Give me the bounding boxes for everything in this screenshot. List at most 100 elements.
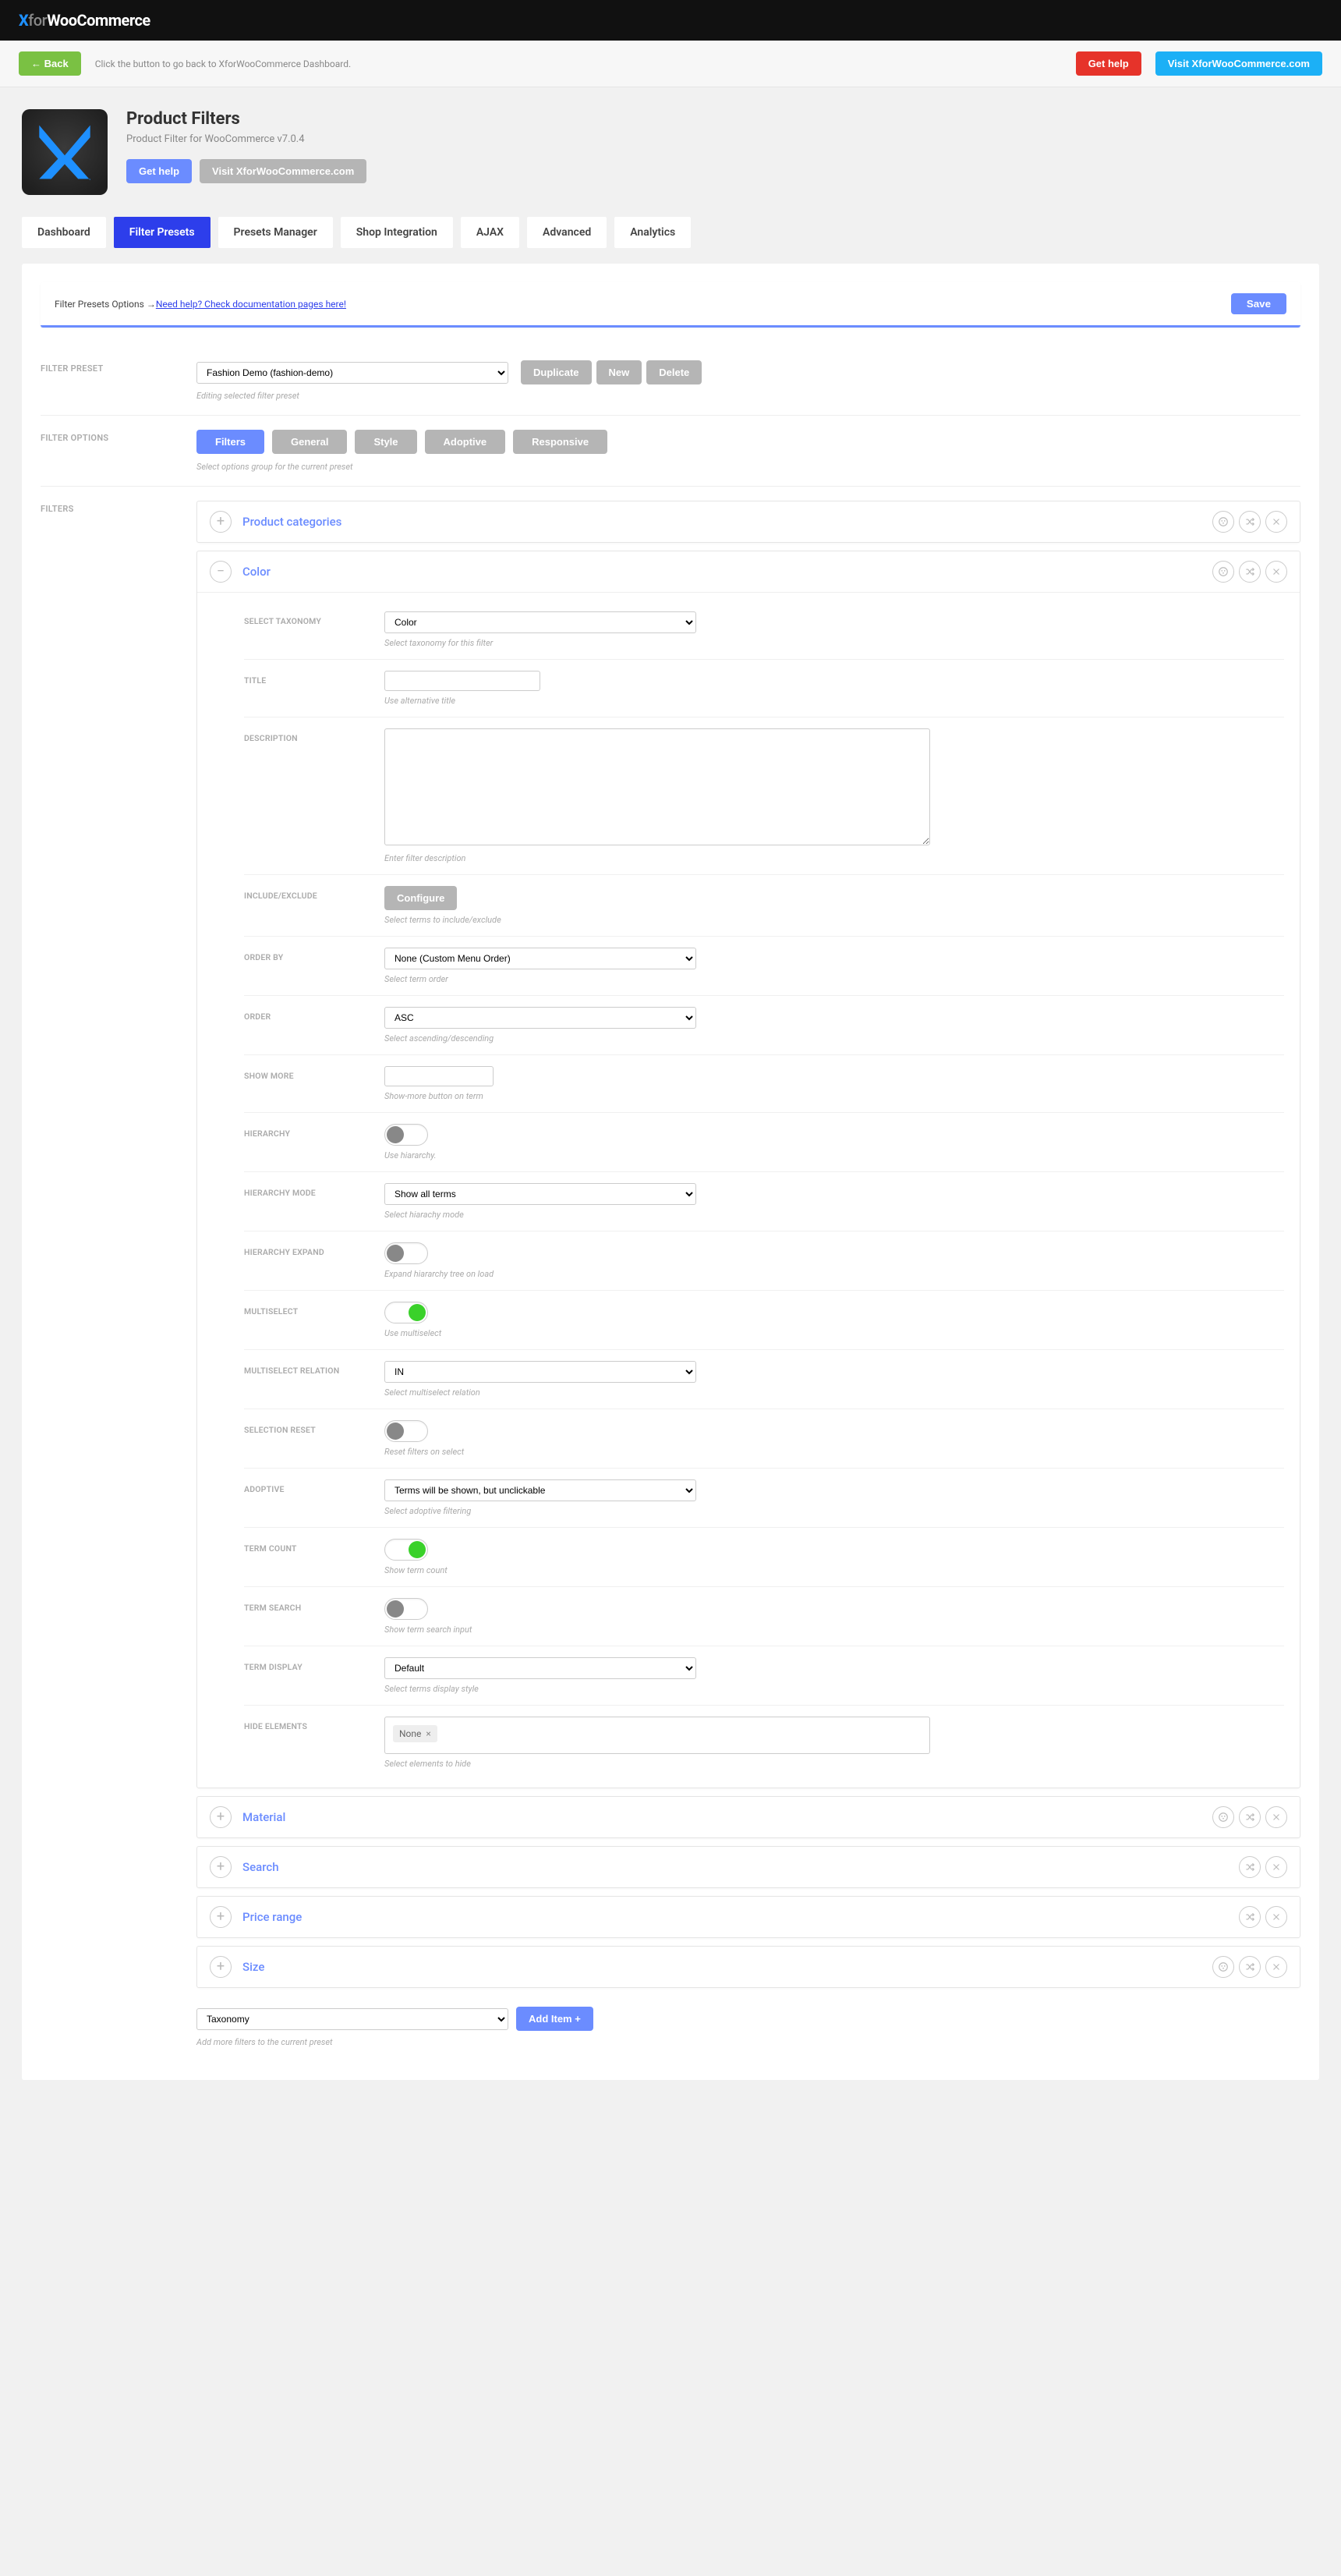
notice-prefix: Filter Presets Options →	[55, 299, 156, 310]
pill-style[interactable]: Style	[355, 430, 416, 454]
tag-remove-icon[interactable]: ×	[426, 1728, 430, 1739]
field-row: SELECTION RESETReset filters on select	[244, 1409, 1284, 1469]
field-label: TERM COUNT	[244, 1539, 384, 1554]
duplicate-preset-button[interactable]: Duplicate	[521, 360, 592, 384]
add-filter-type-select[interactable]: Taxonomy	[196, 2008, 508, 2030]
field-row: TERM DISPLAYDefaultSelect terms display …	[244, 1646, 1284, 1706]
field-select[interactable]: Terms will be shown, but unclickable	[384, 1479, 696, 1501]
pill-adoptive[interactable]: Adoptive	[425, 430, 506, 454]
visit-site-button[interactable]: Visit XforWooCommerce.com	[1155, 51, 1322, 76]
field-label: DESCRIPTION	[244, 728, 384, 743]
field-hint: Select term order	[384, 974, 1284, 984]
shuffle-icon[interactable]	[1239, 1856, 1261, 1878]
field-toggle[interactable]	[384, 1598, 428, 1620]
field-input[interactable]	[384, 1066, 494, 1086]
close-icon[interactable]	[1265, 511, 1287, 533]
field-row: ORDER BYNone (Custom Menu Order)Select t…	[244, 937, 1284, 996]
tab-ajax[interactable]: AJAX	[461, 217, 519, 248]
field-row: HIERARCHY Use hiararchy.	[244, 1113, 1284, 1172]
color-icon[interactable]	[1212, 561, 1234, 583]
tab-dashboard[interactable]: Dashboard	[22, 217, 106, 248]
tab-presets-manager[interactable]: Presets Manager	[218, 217, 333, 248]
field-hint: Select hiarachy mode	[384, 1210, 1284, 1220]
expand-icon[interactable]: +	[210, 1856, 232, 1878]
field-hint: Expand hiararchy tree on load	[384, 1269, 1284, 1279]
tabs: Dashboard Filter PresetsPresets Manager Sh…	[22, 217, 1319, 248]
shuffle-icon[interactable]	[1239, 561, 1261, 583]
section-label: FILTER OPTIONS	[41, 430, 196, 443]
filter-card: + Product categories	[196, 501, 1300, 543]
save-button[interactable]: Save	[1231, 293, 1286, 314]
head-visit-button[interactable]: Visit XforWooCommerce.com	[200, 159, 366, 183]
field-label: SHOW MORE	[244, 1066, 384, 1081]
collapse-icon[interactable]: −	[210, 561, 232, 583]
notice-help-link[interactable]: Need help? Check documentation pages her…	[156, 299, 346, 310]
pill-responsive[interactable]: Responsive	[513, 430, 607, 454]
field-label: ORDER	[244, 1007, 384, 1022]
shuffle-icon[interactable]	[1239, 1956, 1261, 1978]
shuffle-icon[interactable]	[1239, 1906, 1261, 1928]
shuffle-icon[interactable]	[1239, 511, 1261, 533]
field-select[interactable]: Color	[384, 611, 696, 633]
head-get-help-button[interactable]: Get help	[126, 159, 192, 183]
tab-filter-presets[interactable]: Filter Presets	[114, 217, 211, 248]
close-icon[interactable]	[1265, 1806, 1287, 1828]
field-toggle[interactable]	[384, 1420, 428, 1442]
tab-advanced[interactable]: Advanced	[527, 217, 607, 248]
configure-button[interactable]: Configure	[384, 886, 457, 910]
field-hint: Select elements to hide	[384, 1759, 1284, 1769]
get-help-button[interactable]: Get help	[1076, 51, 1141, 76]
filter-title[interactable]: Material	[242, 1810, 1201, 1824]
filter-title[interactable]: Search	[242, 1860, 1228, 1874]
preset-select[interactable]: Fashion Demo (fashion-demo)	[196, 362, 508, 384]
field-label: SELECTION RESET	[244, 1420, 384, 1435]
delete-preset-button[interactable]: Delete	[646, 360, 702, 384]
field-select[interactable]: Show all terms	[384, 1183, 696, 1205]
field-hint: Select taxonomy for this filter	[384, 638, 1284, 648]
field-tags[interactable]: None×	[384, 1717, 930, 1754]
expand-icon[interactable]: +	[210, 1906, 232, 1928]
new-preset-button[interactable]: New	[596, 360, 642, 384]
field-toggle[interactable]	[384, 1124, 428, 1146]
tab-shop-integration[interactable]: Shop Integration	[341, 217, 453, 248]
color-icon[interactable]	[1212, 511, 1234, 533]
pill-general[interactable]: General	[272, 430, 347, 454]
color-icon[interactable]	[1212, 1956, 1234, 1978]
field-toggle[interactable]	[384, 1539, 428, 1561]
field-hint: Use hiararchy.	[384, 1150, 1284, 1160]
expand-icon[interactable]: +	[210, 511, 232, 533]
expand-icon[interactable]: +	[210, 1956, 232, 1978]
filter-title[interactable]: Color	[242, 565, 1201, 579]
filter-title[interactable]: Product categories	[242, 515, 1201, 529]
expand-icon[interactable]: +	[210, 1806, 232, 1828]
field-select[interactable]: IN	[384, 1361, 696, 1383]
close-icon[interactable]	[1265, 561, 1287, 583]
page-title: Product Filters	[126, 109, 366, 129]
field-select[interactable]: None (Custom Menu Order)	[384, 948, 696, 969]
field-row: ORDERASCSelect ascending/descending	[244, 996, 1284, 1055]
pill-filters[interactable]: Filters	[196, 430, 264, 454]
close-icon[interactable]	[1265, 1956, 1287, 1978]
preset-hint: Editing selected filter preset	[196, 391, 1300, 401]
field-label: HIERARCHY EXPAND	[244, 1242, 384, 1257]
add-item-button[interactable]: Add Item +	[516, 2007, 593, 2031]
field-toggle[interactable]	[384, 1242, 428, 1264]
filter-title[interactable]: Size	[242, 1960, 1201, 1974]
close-icon[interactable]	[1265, 1856, 1287, 1878]
filter-title[interactable]: Price range	[242, 1910, 1228, 1924]
field-input[interactable]	[384, 671, 540, 691]
back-button[interactable]: ← Back	[19, 51, 81, 76]
field-label: HIERARCHY	[244, 1124, 384, 1139]
app-icon	[22, 109, 108, 195]
field-label: HIERARCHY MODE	[244, 1183, 384, 1198]
tab-analytics[interactable]: Analytics	[614, 217, 691, 248]
close-icon[interactable]	[1265, 1906, 1287, 1928]
field-select[interactable]: Default	[384, 1657, 696, 1679]
field-toggle[interactable]	[384, 1302, 428, 1323]
field-select[interactable]: ASC	[384, 1007, 696, 1029]
field-textarea[interactable]	[384, 728, 930, 845]
field-row: MULTISELECTUse multiselect	[244, 1291, 1284, 1350]
field-row: TERM COUNTShow term count	[244, 1528, 1284, 1587]
color-icon[interactable]	[1212, 1806, 1234, 1828]
shuffle-icon[interactable]	[1239, 1806, 1261, 1828]
